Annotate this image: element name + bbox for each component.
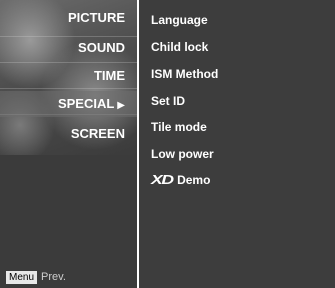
- submenu-item-label: ISM Method: [151, 67, 219, 81]
- submenu-item-ism-method[interactable]: ISM Method: [151, 63, 331, 85]
- submenu-item-xd-demo[interactable]: XD Demo: [151, 169, 331, 191]
- submenu-item-low-power[interactable]: Low power: [151, 143, 331, 165]
- main-menu-panel: PICTURE SOUND TIME SPECIAL ▶ SCREEN Menu P…: [0, 0, 137, 288]
- submenu-item-tile-mode[interactable]: Tile mode: [151, 116, 331, 138]
- menu-item-label: PICTURE: [67, 10, 125, 25]
- menu-item-sound[interactable]: SOUND: [0, 35, 137, 61]
- submenu-item-label: Language: [151, 13, 208, 27]
- menu-item-label: SPECIAL: [57, 96, 115, 111]
- menu-key-icon: Menu: [6, 271, 38, 284]
- menu-item-picture[interactable]: PICTURE: [0, 5, 137, 31]
- submenu-item-label: Set ID: [151, 94, 186, 108]
- menu-item-special[interactable]: SPECIAL ▶: [0, 91, 137, 117]
- menu-item-label: SOUND: [78, 40, 125, 55]
- xd-logo: XD: [151, 172, 174, 187]
- triangle-right-icon: ▶: [117, 100, 125, 111]
- submenu-item-set-id[interactable]: Set ID: [151, 90, 331, 112]
- menu-item-screen[interactable]: SCREEN: [0, 121, 137, 147]
- prev-label: Prev.: [41, 271, 66, 283]
- menu-item-label: SCREEN: [70, 126, 125, 141]
- submenu-item-language[interactable]: Language: [151, 9, 331, 31]
- submenu-item-label: Tile mode: [151, 120, 207, 134]
- prev-hint: Menu Prev.: [6, 270, 66, 284]
- submenu-item-label: Demo: [177, 173, 211, 187]
- menu-item-time[interactable]: TIME: [0, 63, 137, 89]
- menu-item-label: TIME: [93, 68, 125, 83]
- submenu-item-label: Child lock: [151, 40, 209, 54]
- menu-panel-lower-area: [0, 155, 137, 288]
- tv-osd-menu: PICTURE SOUND TIME SPECIAL ▶ SCREEN Menu P…: [0, 0, 335, 288]
- submenu-item-child-lock[interactable]: Child lock: [151, 36, 331, 58]
- submenu-item-label: Low power: [151, 147, 214, 161]
- submenu-panel: Language Child lock ISM Method Set ID Ti…: [139, 0, 335, 288]
